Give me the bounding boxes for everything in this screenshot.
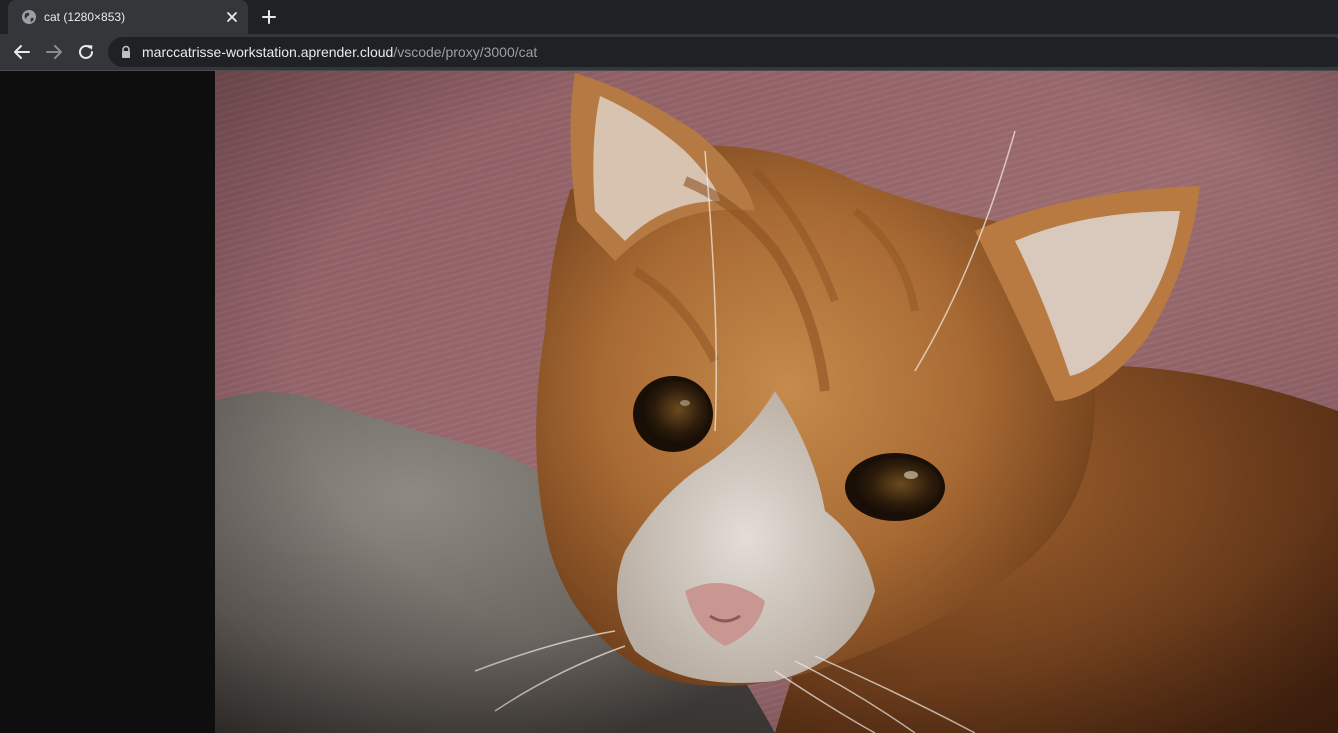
tab-cat[interactable]: cat (1280×853) xyxy=(8,0,248,34)
url-path: /vscode/proxy/3000/cat xyxy=(393,44,538,60)
cat-image xyxy=(215,71,1338,733)
close-icon[interactable] xyxy=(224,9,240,25)
tab-title: cat (1280×853) xyxy=(44,10,126,24)
browser-window: cat (1280×853) marccatrisse-workstation.… xyxy=(0,0,1338,733)
reload-icon[interactable] xyxy=(75,41,97,63)
url-text[interactable]: marccatrisse-workstation.aprender.cloud/… xyxy=(142,44,537,60)
forward-arrow-icon[interactable] xyxy=(43,41,65,63)
address-bar[interactable]: marccatrisse-workstation.aprender.cloud/… xyxy=(108,37,1338,67)
globe-icon xyxy=(21,9,37,25)
plus-icon[interactable] xyxy=(259,7,279,27)
lock-icon[interactable] xyxy=(119,45,133,59)
page-viewport xyxy=(0,71,1338,733)
back-arrow-icon[interactable] xyxy=(11,41,33,63)
tab-strip: cat (1280×853) xyxy=(0,0,1338,34)
url-host: marccatrisse-workstation.aprender.cloud xyxy=(142,44,394,60)
toolbar: marccatrisse-workstation.aprender.cloud/… xyxy=(0,34,1338,70)
